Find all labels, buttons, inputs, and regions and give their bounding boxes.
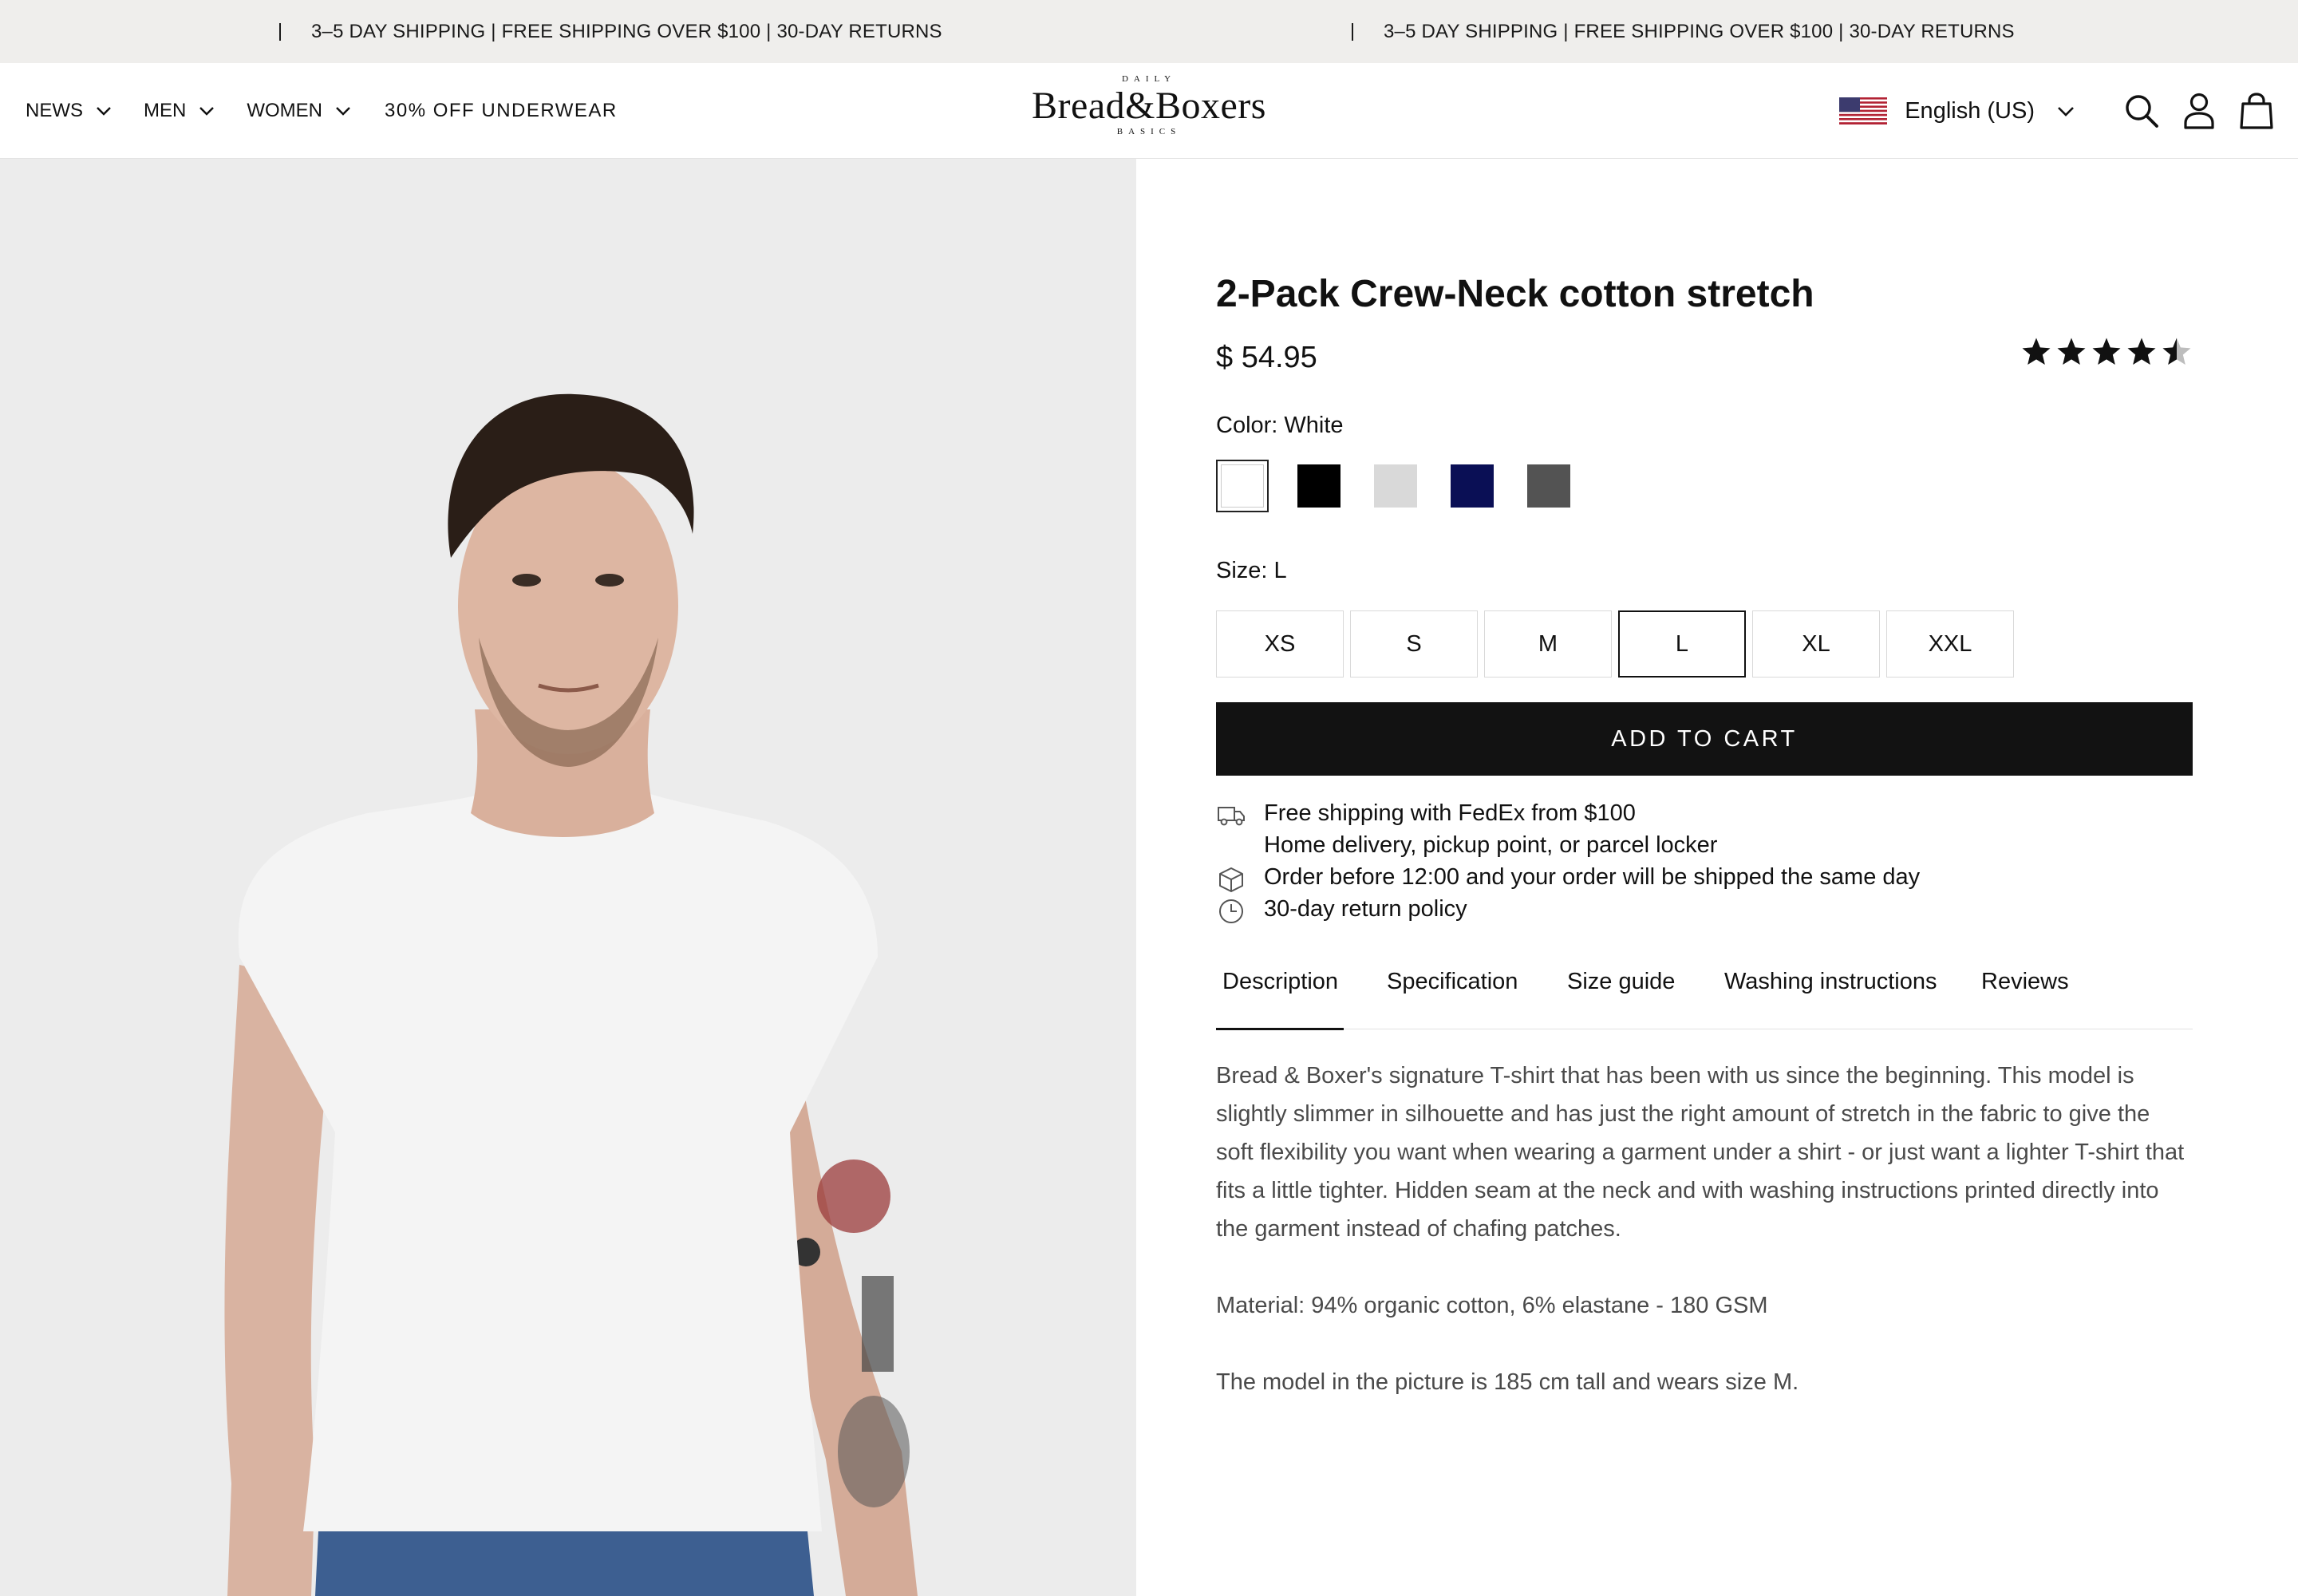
size-option-xl[interactable]: XL	[1752, 610, 1880, 678]
chevron-down-icon	[97, 107, 111, 116]
chevron-down-icon	[199, 107, 215, 116]
model-illustration	[0, 159, 1136, 1596]
tab-description[interactable]: Description	[1222, 969, 1338, 995]
announcement-item: 3–5 DAY SHIPPING | FREE SHIPPING OVER $1…	[1352, 0, 2015, 63]
announcement-bar: 3–5 DAY SHIPPING | FREE SHIPPING OVER $1…	[0, 0, 2298, 63]
logo-bottom-text: BASICS	[1116, 127, 1182, 136]
rating-stars[interactable]	[2017, 336, 2193, 368]
color-swatches	[1216, 460, 1604, 512]
size-option-xxl[interactable]: XXL	[1886, 610, 2014, 678]
box-icon	[1216, 864, 1246, 895]
main-nav: NEWS MEN WOMEN 30% OFF UNDERWEAR	[26, 63, 650, 159]
language-selector[interactable]: English (US)	[1839, 97, 2075, 124]
announcement-text: 3–5 DAY SHIPPING | FREE SHIPPING OVER $1…	[1384, 20, 2015, 42]
add-to-cart-button[interactable]: ADD TO CART	[1216, 702, 2193, 776]
bag-icon[interactable]	[2237, 92, 2276, 130]
search-icon[interactable]	[2122, 92, 2161, 130]
perk-returns: 30-day return policy	[1216, 896, 1467, 926]
color-label: Color: White	[1216, 413, 1344, 438]
nav-item-label: WOMEN	[247, 100, 322, 121]
logo-wordmark: Bread&Boxers	[1032, 85, 1266, 127]
star-icon	[2092, 338, 2121, 365]
product-description: Bread & Boxer's signature T-shirt that h…	[1216, 1057, 2193, 1440]
divider	[279, 22, 281, 41]
announcement-item: 3–5 DAY SHIPPING | FREE SHIPPING OVER $1…	[279, 0, 942, 63]
description-paragraph: Bread & Boxer's signature T-shirt that h…	[1216, 1063, 2185, 1242]
announcement-text: 3–5 DAY SHIPPING | FREE SHIPPING OVER $1…	[311, 20, 942, 42]
logo-top-text: DAILY	[1121, 74, 1177, 84]
product-title: 2-Pack Crew-Neck cotton stretch	[1216, 273, 1814, 315]
nav-item-label: NEWS	[26, 100, 83, 121]
size-option-s[interactable]: S	[1350, 610, 1478, 678]
nav-item-promo[interactable]: 30% OFF UNDERWEAR	[385, 100, 618, 122]
active-tab-indicator	[1216, 1028, 1344, 1030]
product-image[interactable]	[0, 159, 1136, 1596]
star-icon	[2057, 338, 2086, 365]
material-info: Material: 94% organic cotton, 6% elastan…	[1216, 1293, 1768, 1318]
size-option-l[interactable]: L	[1618, 610, 1746, 678]
us-flag-icon	[1839, 97, 1888, 124]
perk-subtext: Home delivery, pickup point, or parcel l…	[1264, 832, 1718, 858]
clock-icon	[1216, 896, 1246, 926]
header-actions: English (US)	[1839, 63, 2276, 159]
brand-logo[interactable]: DAILY Bread&Boxers BASICS	[1023, 69, 1275, 152]
size-option-xs[interactable]: XS	[1216, 610, 1344, 678]
product-tabs: Description Specification Size guide Was…	[1216, 961, 2193, 1030]
nav-item-women[interactable]: WOMEN	[247, 100, 351, 122]
perk-same-day: Order before 12:00 and your order will b…	[1216, 864, 1920, 895]
chevron-down-icon	[2058, 106, 2074, 117]
color-swatch-white[interactable]	[1216, 460, 1269, 512]
truck-icon	[1216, 800, 1246, 831]
size-options: XS S M L XL XXL	[1216, 610, 2020, 678]
tab-specification[interactable]: Specification	[1387, 969, 1518, 995]
divider	[1352, 22, 1353, 41]
perk-text: Free shipping with FedEx from $100	[1264, 800, 1636, 826]
model-size-info: The model in the picture is 185 cm tall …	[1216, 1369, 1799, 1395]
tab-reviews[interactable]: Reviews	[1981, 969, 2069, 995]
color-swatch-light-grey[interactable]	[1374, 464, 1417, 508]
account-icon[interactable]	[2180, 92, 2218, 130]
color-swatch-navy[interactable]	[1451, 464, 1494, 508]
tab-size-guide[interactable]: Size guide	[1567, 969, 1675, 995]
star-icon	[2127, 338, 2156, 365]
product-price: $ 54.95	[1216, 341, 1317, 374]
nav-item-men[interactable]: MEN	[144, 100, 215, 122]
nav-item-label: MEN	[144, 100, 187, 121]
tab-washing-instructions[interactable]: Washing instructions	[1724, 969, 1937, 995]
color-swatch-dark-grey[interactable]	[1527, 464, 1570, 508]
size-label: Size: L	[1216, 558, 1287, 583]
nav-item-label: 30% OFF UNDERWEAR	[385, 100, 618, 121]
perk-text: Order before 12:00 and your order will b…	[1264, 864, 1921, 890]
language-label: English (US)	[1905, 97, 2035, 124]
perk-text: 30-day return policy	[1264, 896, 1467, 922]
perk-shipping: Free shipping with FedEx from $100	[1216, 800, 1636, 831]
nav-item-news[interactable]: NEWS	[26, 100, 112, 122]
star-half-icon	[2162, 338, 2191, 365]
size-option-m[interactable]: M	[1484, 610, 1612, 678]
site-header: NEWS MEN WOMEN 30% OFF UNDERWEAR DAILY B…	[0, 63, 2298, 159]
swatch-fill	[1221, 464, 1264, 508]
chevron-down-icon	[336, 107, 350, 116]
star-icon	[2022, 338, 2051, 365]
color-swatch-black[interactable]	[1297, 464, 1340, 508]
